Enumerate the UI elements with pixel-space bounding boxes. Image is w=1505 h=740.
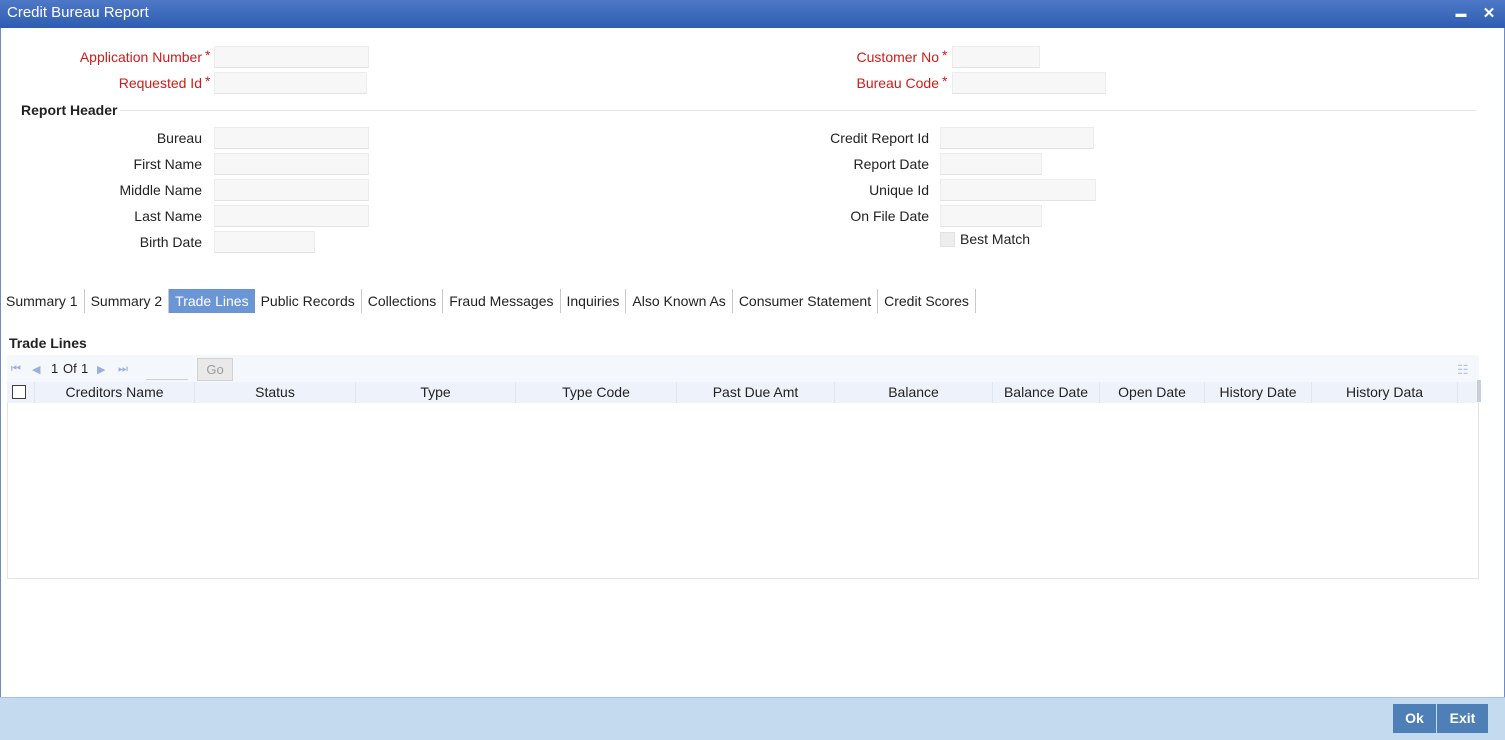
tab-fraud-messages[interactable]: Fraud Messages xyxy=(443,289,561,313)
tab-trade-lines[interactable]: Trade Lines xyxy=(169,289,255,313)
unique-id-field[interactable] xyxy=(940,179,1096,201)
column-header-creditors-name[interactable]: Creditors Name xyxy=(35,382,195,403)
minimize-icon[interactable]: ▬ xyxy=(1452,0,1470,28)
credit-report-id-label: Credit Report Id xyxy=(830,130,929,146)
required-marker: * xyxy=(942,73,948,89)
last-page-icon[interactable]: ⏭ xyxy=(118,363,128,376)
column-header-type[interactable]: Type xyxy=(356,382,516,403)
page-current: 1 xyxy=(51,361,59,376)
requested-id-field[interactable] xyxy=(214,72,367,94)
bureau-field[interactable] xyxy=(214,127,369,149)
first-page-icon[interactable]: ⏮ xyxy=(11,363,21,376)
page-number-input[interactable] xyxy=(146,358,188,380)
page-total: 1 xyxy=(81,361,89,376)
select-all-cell xyxy=(7,382,35,403)
requested-id-label: Requested Id xyxy=(118,75,202,91)
tab-consumer-statement[interactable]: Consumer Statement xyxy=(733,289,879,313)
tab-inquiries[interactable]: Inquiries xyxy=(561,289,627,313)
tab-public-records[interactable]: Public Records xyxy=(255,289,362,313)
last-name-label: Last Name xyxy=(134,208,202,224)
bureau-code-field[interactable] xyxy=(952,72,1106,94)
credit-report-id-field[interactable] xyxy=(940,127,1094,149)
go-button[interactable]: Go xyxy=(197,358,233,381)
tab-summary-2[interactable]: Summary 2 xyxy=(85,289,170,313)
application-number-label: Application Number xyxy=(79,49,202,65)
column-header-type-code[interactable]: Type Code xyxy=(516,382,677,403)
birth-date-field[interactable] xyxy=(214,231,315,253)
column-list-icon[interactable]: ☷ xyxy=(1457,362,1469,378)
column-header-balance[interactable]: Balance xyxy=(835,382,993,403)
window-title: Credit Bureau Report xyxy=(7,4,149,21)
bureau-code-label: Bureau Code xyxy=(856,75,939,91)
column-header-history-date[interactable]: History Date xyxy=(1205,382,1312,403)
column-header-past-due-amt[interactable]: Past Due Amt xyxy=(677,382,835,403)
customer-no-label: Customer No xyxy=(856,49,939,65)
last-name-field[interactable] xyxy=(214,205,369,227)
page-of-label: Of xyxy=(63,361,77,376)
report-header-title: Report Header xyxy=(21,102,118,118)
prev-page-icon[interactable]: ◀ xyxy=(32,363,40,376)
next-page-icon[interactable]: ▶ xyxy=(97,363,105,376)
ok-button[interactable]: Ok xyxy=(1393,704,1436,733)
required-marker: * xyxy=(942,47,948,63)
unique-id-label: Unique Id xyxy=(869,182,929,198)
grid-header-row: Creditors Name Status Type Type Code Past Du… xyxy=(7,382,1479,403)
bureau-label: Bureau xyxy=(156,130,202,146)
trade-lines-title: Trade Lines xyxy=(9,335,87,351)
tab-credit-scores[interactable]: Credit Scores xyxy=(878,289,976,313)
report-header-divider xyxy=(120,110,1476,111)
middle-name-field[interactable] xyxy=(214,179,369,201)
tab-summary-1[interactable]: Summary 1 xyxy=(0,289,85,313)
column-header-status[interactable]: Status xyxy=(195,382,356,403)
first-name-field[interactable] xyxy=(214,153,369,175)
tab-collections[interactable]: Collections xyxy=(362,289,444,313)
on-file-date-field[interactable] xyxy=(940,205,1042,227)
footer-bar xyxy=(0,697,1505,740)
exit-button[interactable]: Exit xyxy=(1437,704,1488,733)
birth-date-label: Birth Date xyxy=(139,234,202,250)
application-number-field[interactable] xyxy=(214,46,369,68)
close-icon[interactable]: ✕ xyxy=(1480,0,1498,28)
column-header-open-date[interactable]: Open Date xyxy=(1100,382,1205,403)
required-marker: * xyxy=(205,47,211,63)
customer-no-field[interactable] xyxy=(952,46,1040,68)
report-date-label: Report Date xyxy=(853,156,929,172)
select-all-checkbox[interactable] xyxy=(12,385,26,399)
tab-bar: Summary 1 Summary 2 Trade Lines Public Reco… xyxy=(0,289,976,313)
required-marker: * xyxy=(205,73,211,89)
column-header-history-data[interactable]: History Data xyxy=(1312,382,1458,403)
on-file-date-label: On File Date xyxy=(850,208,929,224)
grid-scrollbar[interactable] xyxy=(1477,380,1481,402)
column-header-balance-date[interactable]: Balance Date xyxy=(993,382,1100,403)
middle-name-label: Middle Name xyxy=(119,182,202,198)
report-date-field[interactable] xyxy=(940,153,1042,175)
title-bar: Credit Bureau Report ▬ ✕ xyxy=(0,0,1505,28)
tab-also-known-as[interactable]: Also Known As xyxy=(626,289,733,313)
first-name-label: First Name xyxy=(133,156,202,172)
best-match-label: Best Match xyxy=(960,231,1031,247)
best-match-checkbox[interactable] xyxy=(940,232,955,247)
